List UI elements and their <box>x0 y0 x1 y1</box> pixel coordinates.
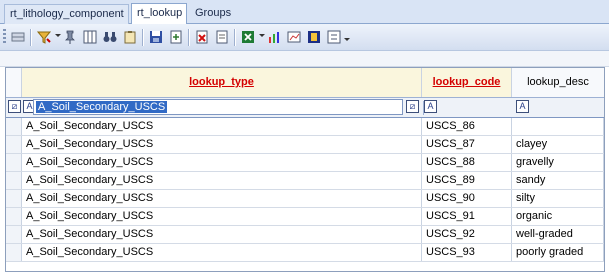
cell-lookup-code[interactable]: USCS_90 <box>422 190 512 207</box>
toolbar-separator <box>30 29 32 46</box>
delete-icon[interactable] <box>194 29 210 45</box>
cell-lookup-code[interactable]: USCS_93 <box>422 244 512 261</box>
data-grid: lookup_type lookup_code lookup_desc ⧄ A … <box>5 67 605 272</box>
table-icon[interactable] <box>10 29 26 45</box>
table-row[interactable]: A_Soil_Secondary_USCS USCS_91 organic <box>6 208 604 226</box>
table-row[interactable]: A_Soil_Secondary_USCS USCS_88 gravelly <box>6 154 604 172</box>
row-selector[interactable] <box>6 136 22 153</box>
lookup-desc-filter-operator-icon[interactable]: A <box>516 100 529 113</box>
export-icon[interactable] <box>168 29 184 45</box>
cell-lookup-desc[interactable]: gravelly <box>512 154 604 171</box>
row-selector[interactable] <box>6 190 22 207</box>
table-row[interactable]: A_Soil_Secondary_USCS USCS_87 clayey <box>6 136 604 154</box>
cell-lookup-code[interactable]: USCS_92 <box>422 226 512 243</box>
toolbar-separator <box>234 29 236 46</box>
cell-lookup-code[interactable]: USCS_86 <box>422 118 512 135</box>
cell-lookup-type[interactable]: A_Soil_Secondary_USCS <box>22 226 422 243</box>
clipboard-icon[interactable] <box>122 29 138 45</box>
cell-lookup-desc[interactable] <box>512 118 604 135</box>
table-row[interactable]: A_Soil_Secondary_USCS USCS_90 silty <box>6 190 604 208</box>
toolbar-band <box>0 51 609 67</box>
lookup-code-filter-operator-icon[interactable]: A <box>424 100 437 113</box>
cell-lookup-code[interactable]: USCS_91 <box>422 208 512 225</box>
row-selector[interactable] <box>6 172 22 189</box>
pin-icon[interactable] <box>62 29 78 45</box>
row-selector[interactable] <box>6 118 22 135</box>
form-icon[interactable] <box>306 29 322 45</box>
table-row[interactable]: A_Soil_Secondary_USCS USCS_92 well-grade… <box>6 226 604 244</box>
cell-lookup-type[interactable]: A_Soil_Secondary_USCS <box>22 208 422 225</box>
column-header-lookup-type[interactable]: lookup_type <box>22 68 422 97</box>
tab-strip: rt_lithology_component rt_lookup Groups <box>0 0 609 25</box>
column-header-label: lookup_type <box>189 76 254 88</box>
column-header-lookup-code[interactable]: lookup_code <box>422 68 512 97</box>
refresh-icon[interactable] <box>214 29 230 45</box>
cell-lookup-type[interactable]: A_Soil_Secondary_USCS <box>22 190 422 207</box>
row-selector[interactable] <box>6 244 22 261</box>
excel-icon[interactable] <box>240 29 256 45</box>
toolbar-separator <box>142 29 144 46</box>
filter-value: A_Soil_Secondary_USCS <box>36 101 168 113</box>
tab-rt-lithology-component[interactable]: rt_lithology_component <box>4 4 129 24</box>
row-selector[interactable] <box>6 226 22 243</box>
tab-rt-lookup[interactable]: rt_lookup <box>131 3 187 25</box>
filter-clear-icon[interactable]: ⧄ <box>406 100 419 113</box>
toolbar <box>0 24 609 51</box>
chart-icon[interactable] <box>266 29 282 45</box>
overflow-dropdown-icon[interactable] <box>344 38 350 41</box>
column-header-label: lookup_code <box>432 76 501 88</box>
row-selector[interactable] <box>6 208 22 225</box>
filter-icon[interactable] <box>36 29 52 45</box>
report-icon[interactable] <box>286 29 302 45</box>
lookup-type-filter-input[interactable]: A_Soil_Secondary_USCS <box>33 99 432 115</box>
binoculars-icon[interactable] <box>102 29 118 45</box>
cell-lookup-code[interactable]: USCS_89 <box>422 172 512 189</box>
cell-lookup-desc[interactable]: well-graded <box>512 226 604 243</box>
row-header-corner <box>6 68 22 97</box>
settings-icon[interactable] <box>326 29 342 45</box>
cell-lookup-code[interactable]: USCS_88 <box>422 154 512 171</box>
filter-clear-icon[interactable]: ⧄ <box>8 100 21 113</box>
cell-lookup-type[interactable]: A_Soil_Secondary_USCS <box>22 172 422 189</box>
table-row[interactable]: A_Soil_Secondary_USCS USCS_93 poorly gra… <box>6 244 604 262</box>
cell-lookup-desc[interactable]: poorly graded <box>512 244 604 261</box>
tab-groups[interactable]: Groups <box>190 4 240 24</box>
filter-row: ⧄ A A_Soil_Secondary_USCS ⧄ A A <box>6 97 604 118</box>
cell-lookup-type[interactable]: A_Soil_Secondary_USCS <box>22 154 422 171</box>
row-selector[interactable] <box>6 154 22 171</box>
cell-lookup-desc[interactable]: silty <box>512 190 604 207</box>
excel-dropdown-icon[interactable] <box>259 34 265 37</box>
toolbar-grip[interactable] <box>3 29 6 45</box>
cell-lookup-desc[interactable]: organic <box>512 208 604 225</box>
table-row[interactable]: A_Soil_Secondary_USCS USCS_89 sandy <box>6 172 604 190</box>
cell-lookup-desc[interactable]: sandy <box>512 172 604 189</box>
column-header-label: lookup_desc <box>527 76 589 88</box>
filter-dropdown-icon[interactable] <box>55 34 61 37</box>
save-icon[interactable] <box>148 29 164 45</box>
cell-lookup-type[interactable]: A_Soil_Secondary_USCS <box>22 136 422 153</box>
cell-lookup-code[interactable]: USCS_87 <box>422 136 512 153</box>
cell-lookup-desc[interactable]: clayey <box>512 136 604 153</box>
cell-lookup-type[interactable]: A_Soil_Secondary_USCS <box>22 244 422 261</box>
column-header-lookup-desc[interactable]: lookup_desc <box>512 68 604 97</box>
cell-lookup-type[interactable]: A_Soil_Secondary_USCS <box>22 118 422 135</box>
table-row[interactable]: A_Soil_Secondary_USCS USCS_86 <box>6 118 604 136</box>
columns-icon[interactable] <box>82 29 98 45</box>
toolbar-separator <box>188 29 190 46</box>
